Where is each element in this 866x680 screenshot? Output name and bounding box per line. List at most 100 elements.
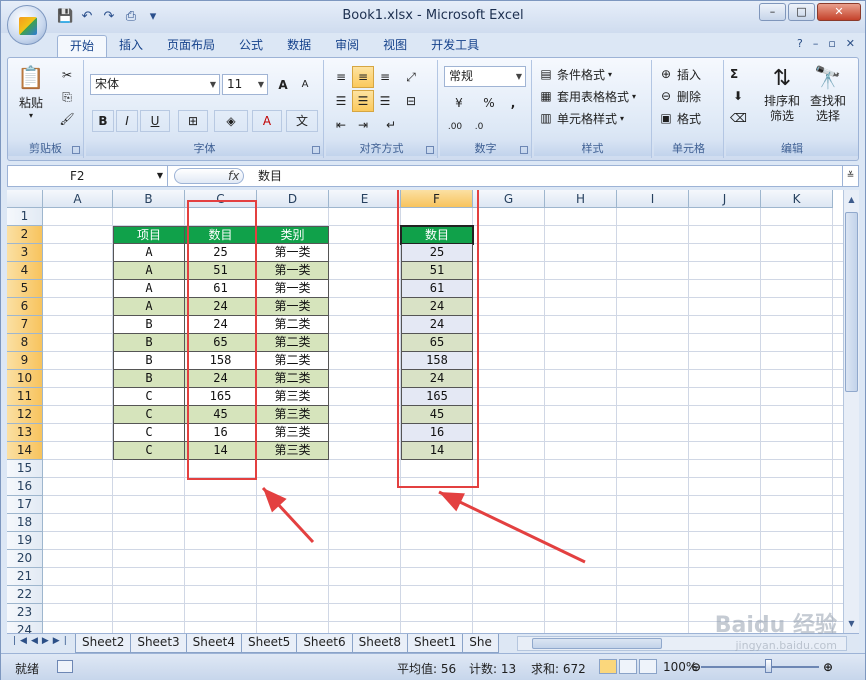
ribbon-close-icon[interactable]: ✕ xyxy=(846,37,855,50)
format-as-table-button[interactable]: ▦ 套用表格格式 ▾ xyxy=(538,86,636,106)
sheet-tab[interactable]: Sheet8 xyxy=(351,634,408,653)
editing-group: Σ ⬇ ⌫ ⇅ 排序和 筛选 🔭 查找和 选择 编辑 xyxy=(726,60,858,158)
tab-developer[interactable]: 开发工具 xyxy=(419,35,491,57)
shrink-font-label: A xyxy=(301,79,309,90)
tab-review[interactable]: 审阅 xyxy=(323,35,371,57)
insert-function-button[interactable]: fx xyxy=(228,166,239,186)
sheet-tab[interactable]: Sheet4 xyxy=(185,634,242,653)
find-select-button[interactable]: 🔭 查找和 选择 xyxy=(806,64,850,124)
zoom-out-icon[interactable]: ⊖ xyxy=(691,660,701,674)
percent-button[interactable]: % xyxy=(478,92,500,114)
align-left-icon[interactable]: ☰ xyxy=(330,90,352,112)
orientation-icon[interactable]: ⤢ xyxy=(400,66,422,88)
phonetic-button[interactable]: 文 xyxy=(286,110,318,132)
paste-label: 粘贴 xyxy=(18,96,43,110)
formula-input[interactable]: 数目 xyxy=(258,166,282,186)
status-count: 计数: 13 xyxy=(469,662,517,676)
paste-button[interactable]: 📋 粘贴 ▾ xyxy=(14,64,48,120)
ribbon-restore-icon[interactable]: ▫ xyxy=(828,37,835,50)
close-button[interactable]: ✕ xyxy=(817,3,861,21)
sheet-tab[interactable]: Sheet6 xyxy=(296,634,353,653)
font-name-select[interactable]: 宋体 ▼ xyxy=(90,74,220,95)
align-right-icon[interactable]: ☰ xyxy=(374,90,396,112)
cut-icon[interactable]: ✂ xyxy=(56,64,78,86)
formula-bar: F2 ▼ fx 数目 ≚ xyxy=(7,165,859,187)
conditional-format-button[interactable]: ▤ 条件格式 ▾ xyxy=(538,64,612,84)
currency-icon[interactable]: ¥ xyxy=(444,92,474,114)
page-layout-view-icon[interactable] xyxy=(619,659,637,674)
office-button[interactable] xyxy=(7,5,47,45)
decrease-decimal-icon[interactable]: .0 xyxy=(468,116,490,138)
zoom-slider-thumb[interactable] xyxy=(765,659,772,673)
sheet-tab[interactable]: Sheet3 xyxy=(130,634,187,653)
expand-formula-icon[interactable]: ≚ xyxy=(842,166,858,186)
zoom-slider-track[interactable] xyxy=(701,666,819,668)
tab-formulas[interactable]: 公式 xyxy=(227,35,275,57)
merge-center-icon[interactable]: ⊟ xyxy=(400,90,422,112)
align-bottom-icon[interactable]: ≡ xyxy=(374,66,396,88)
scroll-up-icon[interactable]: ▲ xyxy=(845,192,858,207)
ribbon-minimize-icon[interactable]: – xyxy=(813,37,819,50)
clipboard-dialog-launcher[interactable] xyxy=(72,146,80,154)
name-box[interactable]: F2 ▼ xyxy=(8,166,168,186)
copy-icon[interactable]: ⎘ xyxy=(56,86,78,108)
shrink-font-button[interactable]: A xyxy=(294,74,316,96)
format-cells-button[interactable]: ▣ 格式 xyxy=(658,108,701,128)
fill-button[interactable]: ⬇ xyxy=(730,86,746,106)
autosum-button[interactable]: Σ xyxy=(730,64,738,84)
minimize-button[interactable]: – xyxy=(759,3,786,21)
page-break-view-icon[interactable] xyxy=(639,659,657,674)
font-dialog-launcher[interactable] xyxy=(312,146,320,154)
align-middle-icon[interactable]: ≡ xyxy=(352,66,374,88)
grow-font-button[interactable]: A xyxy=(272,74,294,96)
number-dialog-launcher[interactable] xyxy=(520,146,528,154)
tab-data[interactable]: 数据 xyxy=(275,35,323,57)
sort-filter-button[interactable]: ⇅ 排序和 筛选 xyxy=(760,64,804,124)
font-color-button[interactable]: A xyxy=(252,110,282,132)
number-format-select[interactable]: 常规 ▼ xyxy=(444,66,526,87)
borders-button[interactable]: ⊞ xyxy=(178,110,208,132)
number-group-label: 数字 xyxy=(440,140,531,156)
alignment-dialog-launcher[interactable] xyxy=(426,146,434,154)
cells-group: ⊕ 插入 ⊖ 删除 ▣ 格式 单元格 xyxy=(654,60,724,158)
underline-button[interactable]: U xyxy=(140,110,170,132)
help-icon[interactable]: ? xyxy=(797,37,803,50)
tab-insert[interactable]: 插入 xyxy=(107,35,155,57)
percent-label: % xyxy=(483,96,495,110)
scroll-down-icon[interactable]: ▼ xyxy=(845,616,858,631)
wrap-text-icon[interactable]: ↵ xyxy=(376,114,406,136)
horizontal-scroll-thumb[interactable] xyxy=(532,638,662,649)
normal-view-icon[interactable] xyxy=(599,659,617,674)
align-center-icon[interactable]: ☰ xyxy=(352,90,374,112)
tab-view[interactable]: 视图 xyxy=(371,35,419,57)
tab-page-layout[interactable]: 页面布局 xyxy=(155,35,227,57)
font-size-select[interactable]: 11 ▼ xyxy=(222,74,268,95)
increase-decimal-icon[interactable]: .00 xyxy=(444,116,466,138)
bold-button[interactable]: B xyxy=(92,110,114,132)
increase-indent-icon[interactable]: ⇥ xyxy=(352,114,374,136)
vertical-scroll-thumb[interactable] xyxy=(845,212,858,392)
maximize-button[interactable]: □ xyxy=(788,3,815,21)
format-painter-icon[interactable]: 🖌 xyxy=(56,108,78,130)
chevron-down-icon: ▼ xyxy=(257,80,265,89)
sheet-nav-icons[interactable]: |◀◀▶▶| xyxy=(13,636,71,646)
sheet-tab[interactable]: She xyxy=(462,634,499,653)
align-top-icon[interactable]: ≡ xyxy=(330,66,352,88)
zoom-in-icon[interactable]: ⊕ xyxy=(823,660,833,674)
sheet-tab[interactable]: Sheet1 xyxy=(406,634,464,653)
tab-home[interactable]: 开始 xyxy=(57,35,108,57)
sheet-tab[interactable]: Sheet2 xyxy=(75,634,132,653)
delete-cells-button[interactable]: ⊖ 删除 xyxy=(658,86,701,106)
decrease-indent-icon[interactable]: ⇤ xyxy=(330,114,352,136)
vertical-scrollbar[interactable]: ▲ ▼ xyxy=(843,190,859,633)
clear-button[interactable]: ⌫ xyxy=(730,108,747,128)
sheet-tab[interactable]: Sheet5 xyxy=(240,634,298,653)
cell-styles-button[interactable]: ▥ 单元格样式 ▾ xyxy=(538,108,624,128)
worksheet-grid[interactable]: A B C D E F G H I J K 1 2 3 4 5 6 7 8 9 10 11 12 13 14 15 16 17 18 19… xyxy=(7,190,843,633)
insert-cells-button[interactable]: ⊕ 插入 xyxy=(658,64,701,84)
comma-button[interactable]: , xyxy=(502,92,524,114)
italic-button[interactable]: I xyxy=(116,110,138,132)
borders-icon: ⊞ xyxy=(187,114,199,128)
macro-record-icon[interactable] xyxy=(57,660,73,673)
fill-color-button[interactable]: ◈ xyxy=(214,110,248,132)
